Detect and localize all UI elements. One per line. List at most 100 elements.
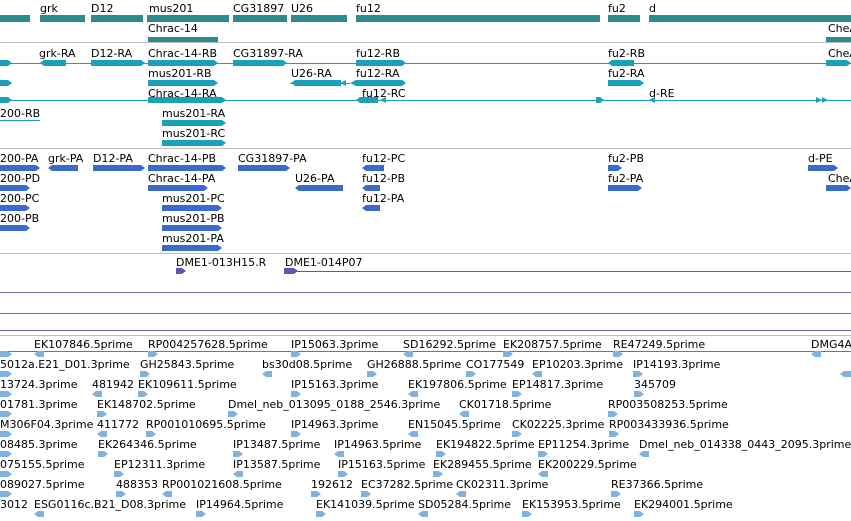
feature-bar[interactable] <box>356 80 406 86</box>
feature-bar[interactable] <box>608 80 644 86</box>
feature-bar[interactable] <box>162 225 222 231</box>
est-label-sd16292-5prime: SD16292.5prime <box>403 338 496 351</box>
feature-arrow[interactable] <box>822 97 828 103</box>
feature-bar[interactable] <box>362 165 384 171</box>
rna-label-fu12-rb: fu12-RB <box>356 47 400 60</box>
rna-label-d12-ra: D12-RA <box>91 47 133 60</box>
feature-bar[interactable] <box>148 97 226 103</box>
feature-bar[interactable] <box>356 97 378 103</box>
est-label-ek208757-5prime: EK208757.5prime <box>503 338 602 351</box>
feature-bar[interactable] <box>93 165 145 171</box>
feature-bar[interactable] <box>40 60 66 66</box>
protein-label-d-pe: d-PE <box>808 152 833 165</box>
feature-arrow[interactable] <box>380 97 386 103</box>
feature-bar[interactable] <box>295 185 343 191</box>
rna-label-chrac-14-rb: Chrac-14-RB <box>148 47 218 60</box>
feature-bar[interactable] <box>826 60 851 66</box>
est-label-ck02225-3prime: CK02225.3prime <box>512 418 605 431</box>
clone-label-dme1-014p07: DME1-014P07 <box>285 256 363 269</box>
genome-browser-canvas: grk D12 mus201 CG31897 U26 fu12 fu2 d Chrac-14 Ch… <box>0 0 851 521</box>
feature-bar[interactable] <box>0 225 30 231</box>
feature-bar[interactable] <box>148 165 226 171</box>
feature-bar[interactable] <box>48 165 78 171</box>
est-label-01781-3prime: 01781.3prime <box>0 398 78 411</box>
est-label-rp001010695-5prime: RP001010695.5prime <box>146 418 266 431</box>
feature-bar[interactable] <box>162 120 226 126</box>
feature-bar[interactable] <box>162 140 226 146</box>
track-separator <box>0 335 851 336</box>
feature-bar[interactable] <box>233 60 287 66</box>
feature-bar[interactable] <box>148 80 218 86</box>
rna-label-u26-ra: U26-RA <box>291 67 332 80</box>
clone-line <box>0 313 851 314</box>
gene-label-chea: CheA <box>828 22 851 35</box>
gene-label-u26: U26 <box>291 2 314 15</box>
feature-bar[interactable] <box>162 245 222 251</box>
est-label-ep11254-3prime: EP11254.3prime <box>538 438 630 451</box>
feature-bar[interactable] <box>162 205 222 211</box>
protein-label-200-pa: 200-PA <box>0 152 39 165</box>
feature-arrow[interactable] <box>330 80 336 86</box>
est-label-08485-3prime: 08485.3prime <box>0 438 78 451</box>
protein-label-fu2-pb: fu2-PB <box>608 152 644 165</box>
gene-bar[interactable] <box>0 15 30 22</box>
feature-bar[interactable] <box>91 60 145 66</box>
est-label-re47249-5prime: RE47249.5prime <box>613 338 706 351</box>
gene-bar[interactable] <box>356 15 600 22</box>
gene-bar[interactable] <box>291 15 347 22</box>
est-label-sd05284-5prime: SD05284.5prime <box>418 498 511 511</box>
feature-arrow[interactable] <box>649 97 655 103</box>
gene-bar[interactable] <box>826 37 851 42</box>
feature-bar[interactable] <box>356 60 406 66</box>
est-label-ek141039-5prime: EK141039.5prime <box>316 498 415 511</box>
rna-label-mus201-rc: mus201-RC <box>162 127 226 140</box>
est-label-bs30d08-5prime: bs30d08.5prime <box>262 358 353 371</box>
track-separator <box>0 148 851 149</box>
gene-label-d12: D12 <box>91 2 114 15</box>
gene-bar[interactable] <box>608 15 640 22</box>
gene-bar[interactable] <box>233 15 287 22</box>
gene-bar[interactable] <box>649 15 851 22</box>
intron-line <box>294 271 851 272</box>
rna-label-mus201-rb: mus201-RB <box>148 67 212 80</box>
est-label-dmel-neb-013095-0188-2546-3prime: Dmel_neb_013095_0188_2546.3prime <box>228 398 441 411</box>
est-label-ip13587-5prime: IP13587.5prime <box>233 458 321 471</box>
est-label-ek148702-5prime: EK148702.5prime <box>97 398 196 411</box>
track-separator <box>0 253 851 254</box>
gene-bar[interactable] <box>40 15 85 22</box>
protein-label-200-pb: 200-PB <box>0 212 40 225</box>
feature-arrow[interactable] <box>350 80 356 86</box>
est-label-488353: 488353 <box>116 478 158 491</box>
protein-label-200-pc: 200-PC <box>0 192 40 205</box>
feature-bar[interactable] <box>608 185 642 191</box>
feature-bar[interactable] <box>0 185 30 191</box>
feature-bar[interactable] <box>608 60 634 66</box>
feature-bar[interactable] <box>826 185 851 191</box>
feature-bar[interactable] <box>238 165 290 171</box>
gene-bar[interactable] <box>148 37 218 42</box>
feature-bar[interactable] <box>148 60 218 66</box>
est-label-ec37282-5prime: EC37282.5prime <box>361 478 454 491</box>
clone-track <box>0 254 851 334</box>
est-label-481942: 481942 <box>92 378 134 391</box>
rna-label-grk-ra: grk-RA <box>39 47 76 60</box>
gene-bar[interactable] <box>91 15 143 22</box>
gene-label-chrac-14: Chrac-14 <box>148 22 198 35</box>
protein-label-mus201-pa: mus201-PA <box>162 232 224 245</box>
feature-bar[interactable] <box>148 185 208 191</box>
est-label-dmg4a: DMG4A <box>811 338 851 351</box>
feature-bar[interactable] <box>0 165 40 171</box>
est-label-ip14193-3prime: IP14193.3prime <box>633 358 721 371</box>
protein-label-cg31897-pa: CG31897-PA <box>238 152 307 165</box>
est-label-ip13487-5prime: IP13487.5prime <box>233 438 321 451</box>
est-label-411772: 411772 <box>97 418 139 431</box>
est-label-ip15163-3prime: IP15163.3prime <box>291 378 379 391</box>
est-label-gh25843-5prime: GH25843.5prime <box>140 358 235 371</box>
feature-bar[interactable] <box>808 165 838 171</box>
feature-arrow[interactable] <box>340 80 346 86</box>
clone-label-dme1-013h15-r: DME1-013H15.R <box>176 256 267 269</box>
est-label-rp003433936-5prime: RP003433936.5prime <box>609 418 729 431</box>
gene-bar[interactable] <box>147 15 229 22</box>
protein-label-fu12-pa: fu12-PA <box>362 192 405 205</box>
feature-bar[interactable] <box>0 205 30 211</box>
